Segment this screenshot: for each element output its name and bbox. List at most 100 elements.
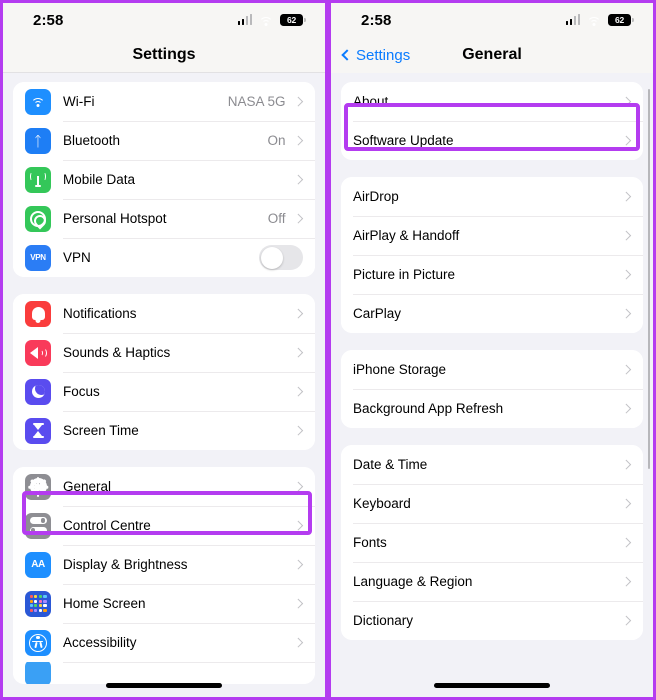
settings-screen: 2:58 62 Settings Wi-Fi NASA 5G ᛏ Bluetoo… bbox=[0, 0, 328, 700]
hotspot-icon bbox=[25, 205, 51, 232]
chevron-right-icon bbox=[621, 537, 631, 548]
general-group-storage: iPhone Storage Background App Refresh bbox=[341, 350, 643, 428]
general-row-dictionary[interactable]: Dictionary bbox=[341, 601, 643, 640]
row-label: Keyboard bbox=[353, 496, 411, 511]
accessibility-icon bbox=[25, 629, 51, 656]
settings-row-partial-next[interactable] bbox=[13, 662, 315, 684]
chevron-right-icon bbox=[293, 598, 303, 609]
chevron-right-icon bbox=[293, 520, 303, 531]
settings-row-home-screen[interactable]: Home Screen bbox=[13, 584, 315, 623]
chevron-right-icon bbox=[621, 459, 631, 470]
row-label: AirPlay & Handoff bbox=[353, 228, 460, 243]
wifi-icon bbox=[587, 15, 601, 26]
general-group-locale: Date & Time Keyboard Fonts Language & Re… bbox=[341, 445, 643, 640]
row-label: Picture in Picture bbox=[353, 267, 456, 282]
settings-row-wifi[interactable]: Wi-Fi NASA 5G bbox=[13, 82, 315, 121]
row-label: Background App Refresh bbox=[353, 401, 504, 416]
back-button[interactable]: Settings bbox=[341, 46, 411, 64]
general-screen: 2:58 62 Settings General About Software … bbox=[328, 0, 656, 700]
row-value: NASA 5G bbox=[227, 94, 286, 109]
nav-bar-right: Settings General bbox=[331, 37, 653, 73]
settings-row-sounds-haptics[interactable]: Sounds & Haptics bbox=[13, 333, 315, 372]
settings-row-focus[interactable]: Focus bbox=[13, 372, 315, 411]
general-row-date-time[interactable]: Date & Time bbox=[341, 445, 643, 484]
status-time: 2:58 bbox=[361, 11, 392, 29]
moon-icon bbox=[25, 378, 51, 405]
chevron-left-icon bbox=[341, 49, 353, 61]
wifi-icon bbox=[25, 88, 51, 115]
bluetooth-icon: ᛏ bbox=[25, 127, 51, 154]
vpn-toggle[interactable] bbox=[259, 245, 303, 270]
dual-screenshot-container: 2:58 62 Settings Wi-Fi NASA 5G ᛏ Bluetoo… bbox=[0, 0, 656, 700]
general-row-carplay[interactable]: CarPlay bbox=[341, 294, 643, 333]
settings-row-mobile-data[interactable]: Mobile Data bbox=[13, 160, 315, 199]
chevron-right-icon bbox=[293, 174, 303, 185]
battery-level-text: 62 bbox=[286, 15, 297, 25]
settings-row-general[interactable]: General bbox=[13, 467, 315, 506]
general-row-fonts[interactable]: Fonts bbox=[341, 523, 643, 562]
row-label: Control Centre bbox=[63, 518, 151, 533]
row-value: On bbox=[267, 133, 286, 148]
settings-row-accessibility[interactable]: Accessibility bbox=[13, 623, 315, 662]
row-label: General bbox=[63, 479, 112, 494]
settings-list-scroll[interactable]: Wi-Fi NASA 5G ᛏ Bluetooth On Mobile Data bbox=[3, 73, 325, 697]
display-brightness-icon: AA bbox=[25, 551, 51, 578]
settings-row-screen-time[interactable]: Screen Time bbox=[13, 411, 315, 450]
cellular-icon bbox=[25, 166, 51, 193]
chevron-right-icon bbox=[293, 213, 303, 224]
settings-group-connectivity: Wi-Fi NASA 5G ᛏ Bluetooth On Mobile Data bbox=[13, 82, 315, 277]
home-screen-grid-icon bbox=[25, 590, 51, 617]
general-list-scroll[interactable]: About Software Update AirDrop AirPlay & … bbox=[331, 73, 653, 697]
vertical-scrollbar[interactable] bbox=[647, 89, 650, 469]
chevron-right-icon bbox=[293, 386, 303, 397]
home-indicator bbox=[106, 683, 222, 688]
chevron-right-icon bbox=[293, 481, 303, 492]
chevron-right-icon bbox=[621, 135, 631, 146]
settings-row-control-centre[interactable]: Control Centre bbox=[13, 506, 315, 545]
chevron-right-icon bbox=[293, 637, 303, 648]
row-label: VPN bbox=[63, 250, 91, 265]
general-row-airdrop[interactable]: AirDrop bbox=[341, 177, 643, 216]
chevron-right-icon bbox=[293, 347, 303, 358]
row-label: Display & Brightness bbox=[63, 557, 188, 572]
row-label: About bbox=[353, 94, 389, 109]
row-label: Bluetooth bbox=[63, 133, 121, 148]
settings-row-display-brightness[interactable]: AA Display & Brightness bbox=[13, 545, 315, 584]
settings-row-notifications[interactable]: Notifications bbox=[13, 294, 315, 333]
general-row-about[interactable]: About bbox=[341, 82, 643, 121]
row-label: Software Update bbox=[353, 133, 454, 148]
row-label: Accessibility bbox=[63, 635, 137, 650]
row-label: Language & Region bbox=[353, 574, 473, 589]
chevron-right-icon bbox=[621, 364, 631, 375]
chevron-right-icon bbox=[293, 559, 303, 570]
status-time: 2:58 bbox=[33, 11, 64, 29]
chevron-right-icon bbox=[293, 425, 303, 436]
general-row-background-app-refresh[interactable]: Background App Refresh bbox=[341, 389, 643, 428]
row-value: Off bbox=[267, 211, 286, 226]
row-label: Sounds & Haptics bbox=[63, 345, 171, 360]
general-row-keyboard[interactable]: Keyboard bbox=[341, 484, 643, 523]
back-button-label: Settings bbox=[356, 46, 411, 64]
row-label: CarPlay bbox=[353, 306, 402, 321]
notifications-bell-icon bbox=[25, 300, 51, 327]
speaker-icon bbox=[25, 339, 51, 366]
general-row-language-region[interactable]: Language & Region bbox=[341, 562, 643, 601]
row-label: Dictionary bbox=[353, 613, 414, 628]
control-centre-icon bbox=[25, 512, 51, 539]
status-indicators: 62 bbox=[237, 14, 307, 26]
row-label: iPhone Storage bbox=[353, 362, 447, 377]
hourglass-icon bbox=[25, 417, 51, 444]
status-bar-left: 2:58 62 bbox=[3, 3, 325, 37]
gear-icon bbox=[25, 473, 51, 500]
general-row-picture-in-picture[interactable]: Picture in Picture bbox=[341, 255, 643, 294]
chevron-right-icon bbox=[621, 230, 631, 241]
settings-row-bluetooth[interactable]: ᛏ Bluetooth On bbox=[13, 121, 315, 160]
settings-row-personal-hotspot[interactable]: Personal Hotspot Off bbox=[13, 199, 315, 238]
general-row-software-update[interactable]: Software Update bbox=[341, 121, 643, 160]
general-row-iphone-storage[interactable]: iPhone Storage bbox=[341, 350, 643, 389]
chevron-right-icon bbox=[293, 135, 303, 146]
nav-bar-left: Settings bbox=[3, 37, 325, 73]
general-row-airplay-handoff[interactable]: AirPlay & Handoff bbox=[341, 216, 643, 255]
settings-row-vpn[interactable]: VPN VPN bbox=[13, 238, 315, 277]
chevron-right-icon bbox=[621, 498, 631, 509]
